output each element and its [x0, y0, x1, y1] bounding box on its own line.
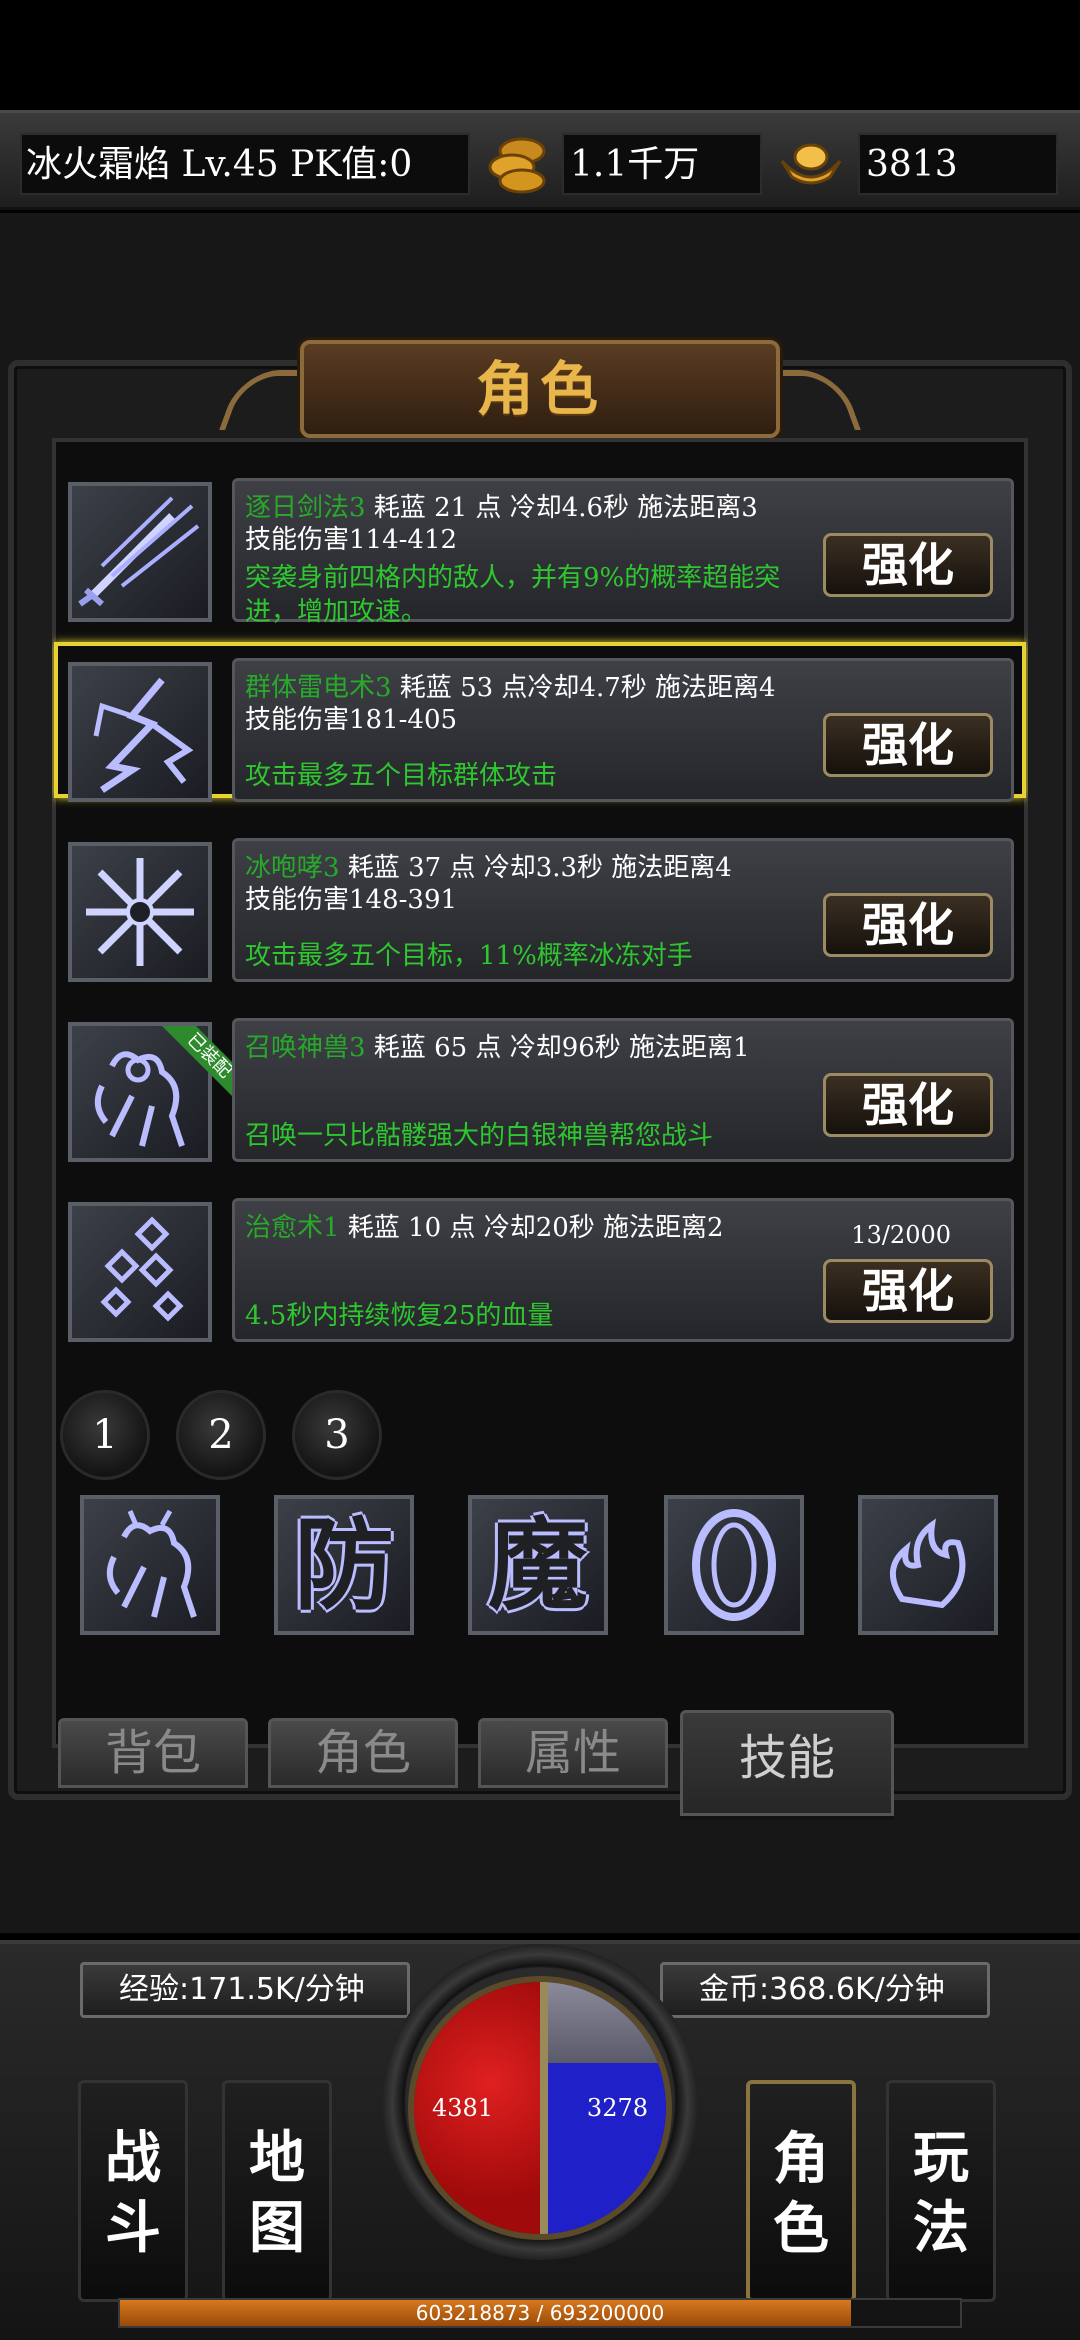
equipped-tag: 已装配 — [162, 1026, 232, 1096]
tab-attributes[interactable]: 属性 — [478, 1718, 668, 1788]
beast-icon[interactable]: 已装配 — [68, 1022, 232, 1162]
exp-progress-bar: 603218873 / 693200000 — [118, 2298, 962, 2328]
panel-title: 角色 — [475, 355, 604, 423]
snowflake-icon[interactable] — [68, 842, 212, 982]
skill-damage: 技能伤害181-405 — [245, 705, 458, 735]
lightning-icon[interactable] — [68, 662, 212, 802]
ingot-amount-box: 3813 — [858, 133, 1058, 195]
tab-role[interactable]: 角色 — [268, 1718, 458, 1788]
skill-description: 4.5秒内持续恢复25的血量 — [245, 1301, 554, 1331]
hp-value: 4381 — [432, 2094, 494, 2122]
tab-skills[interactable]: 技能 — [680, 1710, 894, 1816]
flame-icon — [890, 1518, 966, 1609]
defense-glyph: 防 — [294, 1506, 394, 1624]
skill-description: 攻击最多五个目标，11%概率冰冻对手 — [245, 941, 693, 971]
enhance-button[interactable]: 强化 — [823, 1259, 993, 1323]
enhance-button[interactable]: 强化 — [823, 533, 993, 597]
gold-amount: 1.1千万 — [570, 144, 700, 185]
player-name-level: 冰火霜焰 Lv.45 PK值:0 — [26, 144, 413, 185]
page-button-1[interactable]: 1 — [60, 1390, 150, 1480]
skill-row-partial — [52, 1370, 1028, 1378]
gold-coins-icon — [488, 137, 546, 194]
nav-battle-button[interactable]: 战斗 — [78, 2080, 188, 2302]
category-magic-button[interactable]: 魔 — [468, 1495, 608, 1635]
category-flame-button[interactable] — [858, 1495, 998, 1635]
magic-glyph: 魔 — [488, 1506, 588, 1624]
skill-header: 治愈术1 耗蓝 10 点 冷却20秒 施法距离2 — [245, 1207, 724, 1244]
skill-card: 冰咆哮3 耗蓝 37 点 冷却3.3秒 施法距离4 技能伤害148-391 攻击… — [232, 838, 1014, 982]
skill-card: 逐日剑法3 耗蓝 21 点 冷却4.6秒 施法距离3 技能伤害114-412 突… — [232, 478, 1014, 627]
exp-rate: 经验:171.5K/分钟 — [80, 1962, 410, 2018]
skill-stats: 耗蓝 10 点 冷却20秒 施法距离2 — [339, 1213, 724, 1243]
mp-value: 3278 — [586, 2094, 648, 2122]
skill-card: 治愈术1 耗蓝 10 点 冷却20秒 施法距离2 13/2000 4.5秒内持续… — [232, 1198, 1014, 1342]
ingot-amount: 3813 — [866, 144, 958, 185]
exp-progress-text: 603218873 / 693200000 — [415, 2301, 665, 2325]
panel-title-plate: 角色 — [300, 340, 780, 438]
player-name-box: 冰火霜焰 Lv.45 PK值:0 — [20, 133, 470, 195]
skill-row-zhuri[interactable]: 逐日剑法3 耗蓝 21 点 冷却4.6秒 施法距离3 技能伤害114-412 突… — [52, 470, 1028, 634]
skill-row-ice[interactable]: 冰咆哮3 耗蓝 37 点 冷却3.3秒 施法距离4 技能伤害148-391 攻击… — [52, 830, 1028, 994]
sword-icon[interactable] — [68, 482, 212, 622]
enhance-button[interactable]: 强化 — [823, 713, 993, 777]
skill-row-thunder[interactable]: 群体雷电术3 耗蓝 53 点冷却4.7秒 施法距离4 技能伤害181-405 攻… — [52, 642, 1028, 814]
nav-role-button[interactable]: 角色 — [746, 2080, 856, 2302]
skill-row-summon[interactable]: 已装配 召唤神兽3 耗蓝 65 点 冷却96秒 施法距离1 召唤一只比骷髅强大的… — [52, 1010, 1028, 1174]
category-defense-button[interactable]: 防 — [274, 1495, 414, 1635]
skill-card: 召唤神兽3 耗蓝 65 点 冷却96秒 施法距离1 召唤一只比骷髅强大的白银神兽… — [232, 1018, 1014, 1162]
orb-divider — [540, 1982, 548, 2234]
enhance-button[interactable]: 强化 — [823, 893, 993, 957]
skill-description: 突袭身前四格内的敌人，并有9%的概率超能突进，增加攻速。 — [245, 563, 781, 627]
skill-list[interactable]: 逐日剑法3 耗蓝 21 点 冷却4.6秒 施法距离3 技能伤害114-412 突… — [52, 460, 1028, 1378]
category-beast-button[interactable] — [80, 1495, 220, 1635]
skill-card: 群体雷电术3 耗蓝 53 点冷却4.7秒 施法距离4 技能伤害181-405 攻… — [232, 658, 1014, 802]
category-shield-button[interactable] — [664, 1495, 804, 1635]
skill-description: 攻击最多五个目标群体攻击 — [245, 761, 558, 791]
skill-header: 召唤神兽3 耗蓝 65 点 冷却96秒 施法距离1 — [245, 1027, 750, 1064]
gold-amount-box: 1.1千万 — [562, 133, 762, 195]
gold-ingot-icon — [780, 143, 842, 185]
status-bar-area — [0, 0, 1080, 110]
equipped-tag-label: 已装配 — [162, 1026, 232, 1096]
gold-rate: 金币:368.6K/分钟 — [660, 1962, 990, 2018]
enhance-button[interactable]: 强化 — [823, 1073, 993, 1137]
tab-bag[interactable]: 背包 — [58, 1718, 248, 1788]
hp-mp-orb: 4381 3278 — [408, 1976, 672, 2240]
page-button-3[interactable]: 3 — [292, 1390, 382, 1480]
skill-damage: 技能伤害148-391 — [245, 885, 458, 915]
skill-name: 治愈术1 — [245, 1213, 340, 1243]
skill-stats: 耗蓝 65 点 冷却96秒 施法距离1 — [365, 1033, 750, 1063]
skill-row-heal[interactable]: 治愈术1 耗蓝 10 点 冷却20秒 施法距离2 13/2000 4.5秒内持续… — [52, 1190, 1028, 1354]
player-info-bar: 冰火霜焰 Lv.45 PK值:0 1.1千万 3813 — [0, 110, 1080, 210]
skill-name: 召唤神兽3 — [245, 1033, 366, 1063]
heal-icon[interactable] — [68, 1202, 212, 1342]
shield-ring-icon — [692, 1509, 776, 1621]
skill-enhance-count: 13/2000 — [851, 1221, 951, 1249]
mp-empty — [540, 1982, 666, 2063]
skill-damage: 技能伤害114-412 — [245, 525, 458, 555]
nav-gameplay-button[interactable]: 玩法 — [886, 2080, 996, 2302]
page-button-2[interactable]: 2 — [176, 1390, 266, 1480]
nav-map-button[interactable]: 地图 — [222, 2080, 332, 2302]
beast-icon — [106, 1509, 197, 1618]
skill-description: 召唤一只比骷髅强大的白银神兽帮您战斗 — [245, 1121, 714, 1151]
